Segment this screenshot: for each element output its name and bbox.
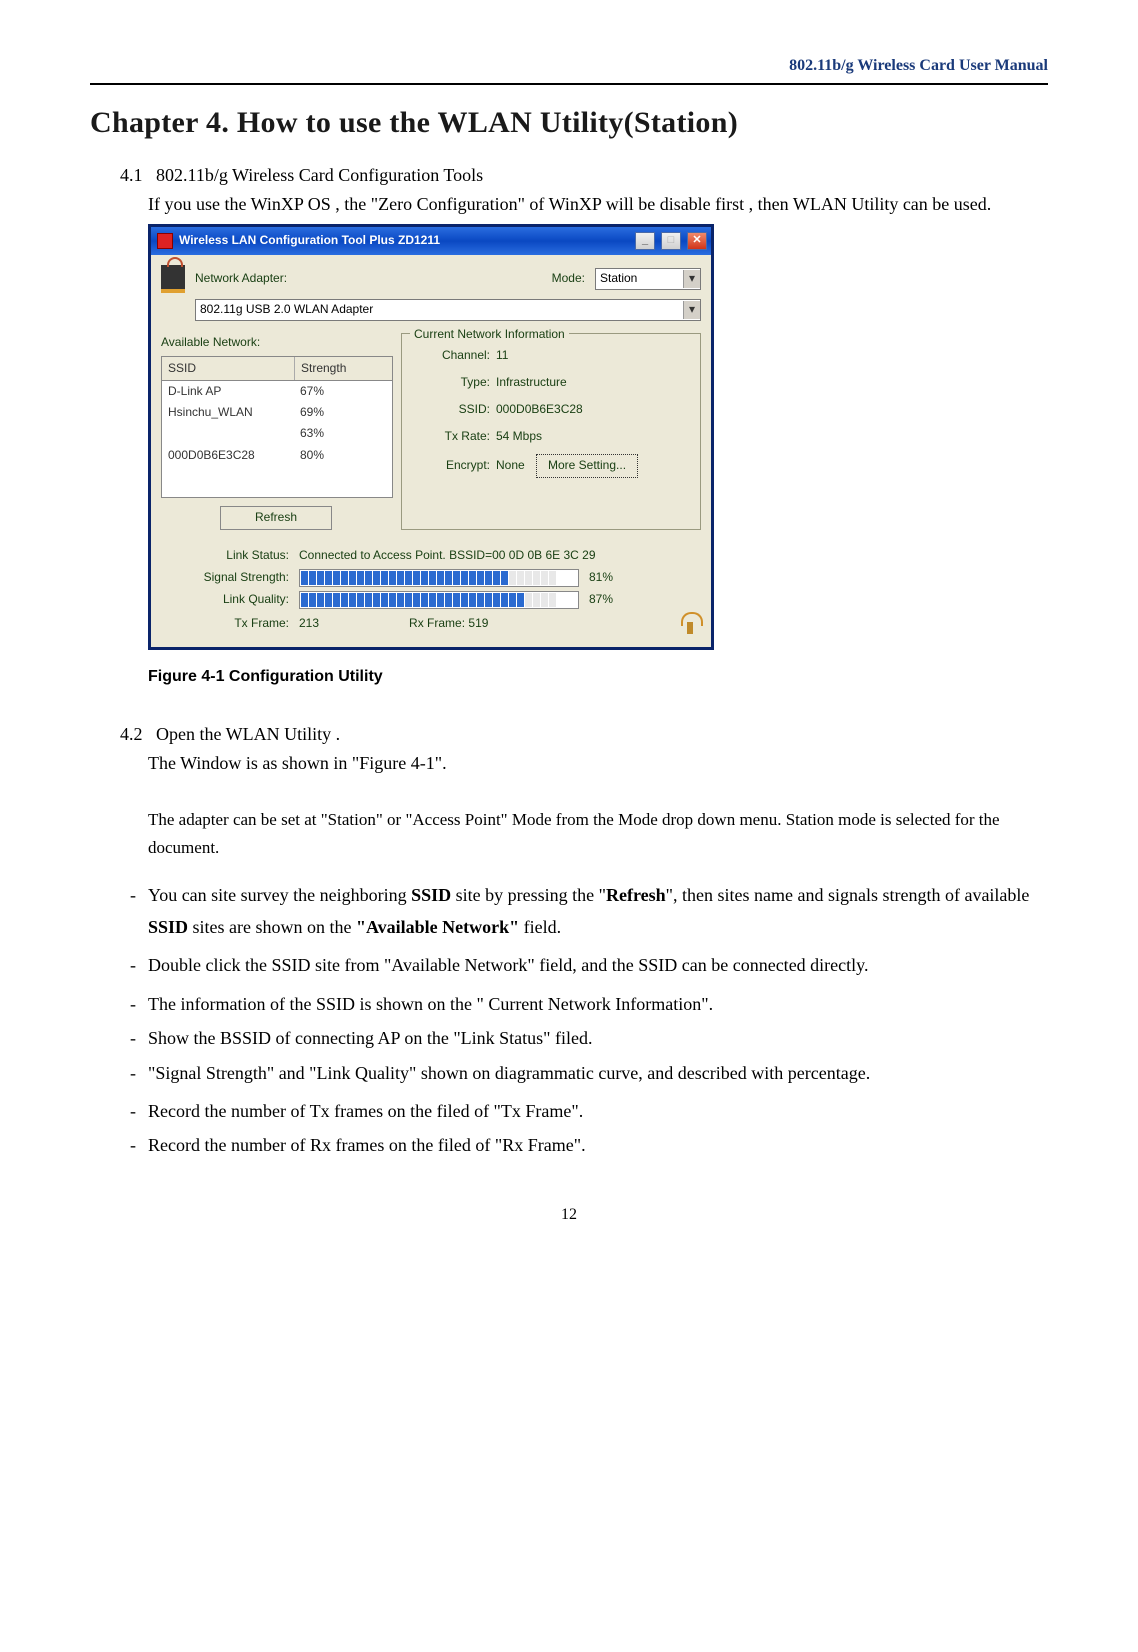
signal-strength-label: Signal Strength:: [161, 568, 289, 587]
available-network-table[interactable]: SSID Strength D-Link AP67% Hsinchu_WLAN6…: [161, 356, 393, 498]
mode-dropdown[interactable]: Station ▾: [595, 268, 701, 290]
more-setting-button[interactable]: More Setting...: [536, 454, 638, 478]
signal-strength-bar: [299, 569, 579, 587]
mode-value: Station: [600, 269, 637, 288]
list-item: The information of the SSID is shown on …: [130, 988, 1048, 1020]
mode-label: Mode:: [552, 269, 585, 288]
rx-frame-label: Rx Frame:: [409, 614, 465, 633]
section-title: 802.11b/g Wireless Card Configuration To…: [156, 165, 483, 185]
signal-strength-pct: 81%: [589, 568, 629, 587]
table-row: 000D0B6E3C2880%: [162, 445, 392, 466]
rx-frame-value: 519: [468, 614, 488, 633]
manual-title: 802.11b/g Wireless Card User Manual: [789, 57, 1048, 74]
col-strength[interactable]: Strength: [295, 357, 392, 380]
chapter-title: Chapter 4. How to use the WLAN Utility(S…: [90, 99, 1048, 147]
list-item: Record the number of Tx frames on the fi…: [130, 1095, 1048, 1127]
list-item: You can site survey the neighboring SSID…: [130, 879, 1048, 944]
list-item: Record the number of Rx frames on the fi…: [130, 1129, 1048, 1161]
window-title: Wireless LAN Configuration Tool Plus ZD1…: [179, 231, 440, 250]
link-quality-pct: 87%: [589, 590, 629, 609]
list-item: "Signal Strength" and "Link Quality" sho…: [130, 1057, 1048, 1089]
section-4-1: 4.1 802.11b/g Wireless Card Configuratio…: [90, 161, 1048, 190]
page-header: 802.11b/g Wireless Card User Manual: [90, 50, 1048, 85]
adapter-icon: [161, 265, 185, 293]
network-adapter-label: Network Adapter:: [195, 269, 287, 288]
section-num: 4.1: [120, 165, 143, 185]
figure-caption: Figure 4-1 Configuration Utility: [148, 664, 1048, 690]
table-row: Hsinchu_WLAN69%: [162, 402, 392, 423]
section-title: Open the WLAN Utility .: [156, 724, 340, 744]
maximize-button: □: [661, 232, 681, 250]
section-num: 4.2: [120, 724, 143, 744]
table-row: 63%: [162, 423, 392, 444]
col-ssid[interactable]: SSID: [162, 357, 295, 380]
section-4-2-line: The Window is as shown in "Figure 4-1".: [90, 749, 1048, 778]
link-status-value: Connected to Access Point. BSSID=00 0D 0…: [299, 546, 596, 565]
link-quality-label: Link Quality:: [161, 590, 289, 609]
table-row: D-Link AP67%: [162, 381, 392, 402]
antenna-icon: [679, 612, 701, 634]
bullet-list: You can site survey the neighboring SSID…: [90, 879, 1048, 1162]
link-status-label: Link Status:: [161, 546, 289, 565]
chevron-down-icon: ▾: [683, 301, 700, 319]
adapter-note: The adapter can be set at "Station" or "…: [90, 806, 1048, 860]
app-icon: [157, 233, 173, 249]
list-item: Double click the SSID site from "Availab…: [130, 949, 1048, 981]
refresh-button[interactable]: Refresh: [220, 506, 332, 530]
cni-legend: Current Network Information: [410, 325, 569, 344]
adapter-value: 802.11g USB 2.0 WLAN Adapter: [200, 300, 373, 319]
tx-frame-value: 213: [299, 614, 319, 633]
chevron-down-icon: ▾: [683, 270, 700, 288]
minimize-button[interactable]: _: [635, 232, 655, 250]
section-4-2: 4.2 Open the WLAN Utility .: [90, 720, 1048, 749]
close-button[interactable]: ✕: [687, 232, 707, 250]
list-item: Show the BSSID of connecting AP on the "…: [130, 1022, 1048, 1054]
config-window: Wireless LAN Configuration Tool Plus ZD1…: [148, 224, 714, 650]
adapter-dropdown[interactable]: 802.11g USB 2.0 WLAN Adapter ▾: [195, 299, 701, 321]
section-4-1-para: If you use the WinXP OS , the "Zero Conf…: [90, 190, 1048, 219]
link-quality-bar: [299, 591, 579, 609]
current-network-info: Current Network Information Channel:11 T…: [401, 333, 701, 530]
available-network-label: Available Network:: [161, 333, 391, 352]
titlebar[interactable]: Wireless LAN Configuration Tool Plus ZD1…: [151, 227, 711, 254]
page-number: 12: [90, 1202, 1048, 1228]
tx-frame-label: Tx Frame:: [161, 614, 289, 633]
